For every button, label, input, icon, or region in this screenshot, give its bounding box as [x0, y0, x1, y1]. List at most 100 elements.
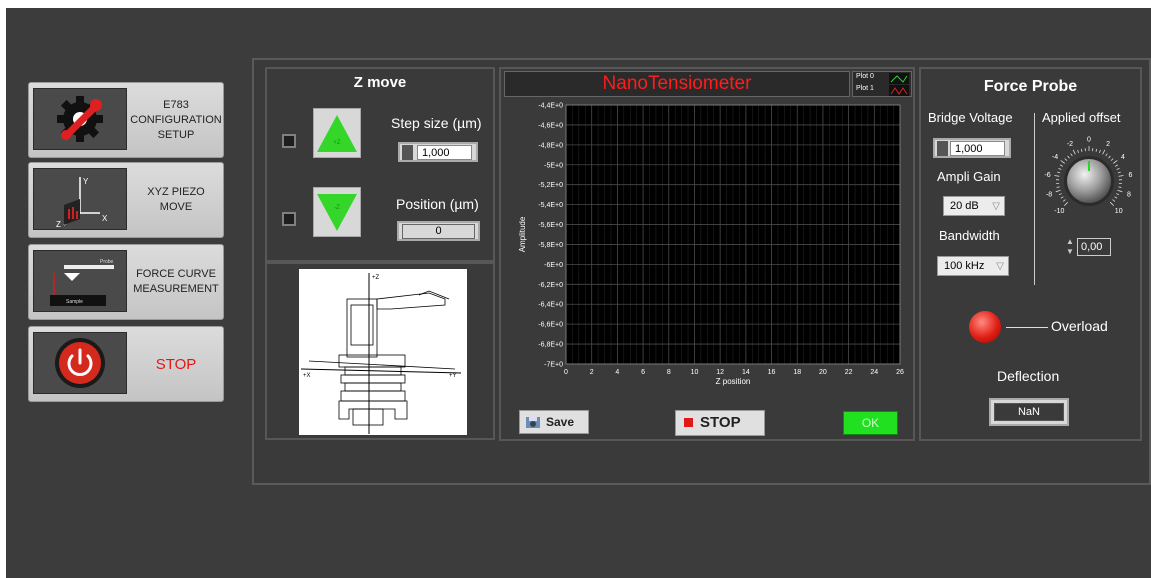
save-label: Save — [546, 415, 575, 429]
z-move-title: Z move — [353, 74, 407, 91]
divider — [1034, 113, 1035, 285]
step-size-increment-icon[interactable] — [402, 145, 413, 160]
force-curve-measurement-button[interactable]: Probe Sample FORCE CURVE MEASUREMENT — [28, 244, 224, 320]
knob-tick — [1105, 153, 1108, 157]
knob-tick — [1067, 155, 1070, 159]
knob-tick-label: 10 — [1115, 208, 1123, 215]
knob-tick — [1080, 148, 1083, 152]
bandwidth-label: Bandwidth — [939, 228, 1000, 243]
knob-tick-label: -6 — [1044, 172, 1050, 179]
chart-area: 0 2 4 6 8 10 12 14 16 18 20 22 24 26-4,4E+0-4,6E+0-4,… — [518, 103, 904, 387]
knob-tick — [1118, 186, 1122, 188]
knob-tick — [1055, 189, 1061, 193]
y-tick-label: -5,6E+0 — [538, 222, 563, 229]
diagram-panel: +Z +X +Y — [265, 262, 495, 440]
y-tick-label: -4,8E+0 — [538, 142, 563, 149]
offset-value[interactable]: 0,00 — [1077, 238, 1111, 256]
bridge-voltage-increment-icon[interactable] — [937, 141, 948, 156]
stage-diagram-image: +Z +X +Y — [299, 269, 467, 435]
knob-tick — [1063, 201, 1069, 207]
down-indicator-led — [282, 212, 296, 226]
offset-increment-icon[interactable]: ▲ ▼ — [1066, 237, 1074, 257]
x-tick-label: 2 — [590, 369, 594, 376]
knob-tick — [1116, 193, 1120, 196]
offset-numeric-control[interactable]: ▲ ▼ 0,00 — [1066, 237, 1112, 257]
x-tick-label: 12 — [716, 369, 724, 376]
bridge-voltage-control[interactable]: 1,000 — [933, 138, 1011, 158]
y-axis-label: Amplitude — [518, 216, 527, 252]
x-tick-label: 10 — [691, 369, 699, 376]
y-tick-label: -5E+0 — [544, 162, 563, 169]
knob-tick — [1072, 149, 1076, 155]
chevron-down-icon: ▽ — [992, 201, 1000, 212]
stop-nav-button[interactable]: STOP — [28, 326, 224, 402]
gear-wrench-icon — [33, 88, 127, 150]
xyz-piezo-move-button[interactable]: Y X Z XYZ PIEZO MOVE — [28, 162, 224, 238]
knob-tick-label: 4 — [1121, 154, 1125, 161]
knob-tick-label: -4 — [1052, 154, 1058, 161]
z-move-panel: Z move +Z Step size (µm) 1,000 -Z Positi… — [265, 67, 495, 262]
step-size-control[interactable]: 1,000 — [398, 142, 478, 162]
y-tick-label: -6E+0 — [544, 262, 563, 269]
y-tick-label: -6,2E+0 — [538, 282, 563, 289]
probe-sample-icon: Probe Sample — [33, 250, 127, 312]
knob-tick-label: -2 — [1067, 141, 1073, 148]
z-down-button[interactable]: -Z — [313, 187, 361, 237]
knob-tick — [1113, 160, 1118, 164]
y-tick-label: -6,4E+0 — [538, 302, 563, 309]
knob-tick — [1114, 196, 1118, 199]
ok-button[interactable]: OK — [843, 411, 898, 435]
z-up-button[interactable]: +Z — [313, 108, 361, 158]
bridge-voltage-label: Bridge Voltage — [928, 110, 1013, 125]
knob-tick — [1062, 199, 1066, 202]
x-axis-label: X — [102, 214, 108, 223]
force-probe-title: Force Probe — [983, 78, 1078, 95]
knob-tick — [1117, 171, 1121, 174]
knob-tick — [1109, 201, 1115, 207]
knob-tick — [1110, 158, 1114, 161]
save-button[interactable]: Save — [519, 410, 589, 434]
x-tick-label: 18 — [793, 369, 801, 376]
knob-tick — [1102, 149, 1106, 155]
knob-tick — [1058, 168, 1062, 170]
knob-tick — [1112, 199, 1116, 202]
bridge-voltage-value[interactable]: 1,000 — [950, 141, 1005, 156]
applied-offset-knob[interactable]: -10 -8 -6 -4 -2 0 2 4 6 8 10 — [1041, 133, 1137, 229]
step-size-label: Step size (µm) — [391, 115, 482, 131]
deflection-label: Deflection — [997, 368, 1060, 384]
config-setup-button[interactable]: E783 CONFIGURATION SETUP — [28, 82, 224, 158]
save-icon — [526, 415, 540, 428]
x-tick-label: 22 — [845, 369, 853, 376]
up-indicator-led — [282, 134, 296, 148]
knob-tick-label: 8 — [1127, 191, 1131, 198]
power-icon — [33, 332, 127, 394]
probe-text: Probe — [100, 259, 114, 265]
ampli-gain-label: Ampli Gain — [937, 169, 1001, 184]
knob-tick — [1108, 155, 1111, 159]
knob-tick — [1118, 175, 1124, 177]
y-tick-label: -5,2E+0 — [538, 182, 563, 189]
x-tick-label: 8 — [667, 369, 671, 376]
knob-tick-label: -8 — [1046, 191, 1052, 198]
y-tick-label: -7E+0 — [544, 362, 563, 369]
triangle-down-icon: -Z — [317, 194, 357, 231]
graph-panel: NanoTensiometer Plot 0 Plot 1 0 2 4 6 8 10 12 1… — [499, 67, 915, 441]
deflection-display: NaN — [989, 398, 1069, 426]
z-down-text: -Z — [334, 205, 340, 211]
knob-tick — [1060, 160, 1065, 164]
knob-tick — [1060, 164, 1064, 167]
position-value: 0 — [402, 224, 475, 239]
y-tick-label: -4,4E+0 — [538, 103, 563, 110]
x-tick-label: 20 — [819, 369, 827, 376]
x-tick-label: 14 — [742, 369, 750, 376]
position-display: 0 — [397, 221, 480, 241]
ampli-gain-dropdown[interactable]: 20 dB ▽ — [943, 196, 1005, 216]
z-up-text: +Z — [333, 140, 341, 146]
force-curve-label: FORCE CURVE MEASUREMENT — [133, 268, 219, 295]
knob-tick — [1070, 153, 1073, 157]
x-axis-label: Z position — [716, 377, 751, 386]
stop-nav-label: STOP — [155, 355, 197, 373]
graph-stop-button[interactable]: STOP — [675, 410, 765, 436]
step-size-value[interactable]: 1,000 — [417, 145, 472, 160]
bandwidth-dropdown[interactable]: 100 kHz ▽ — [937, 256, 1009, 276]
